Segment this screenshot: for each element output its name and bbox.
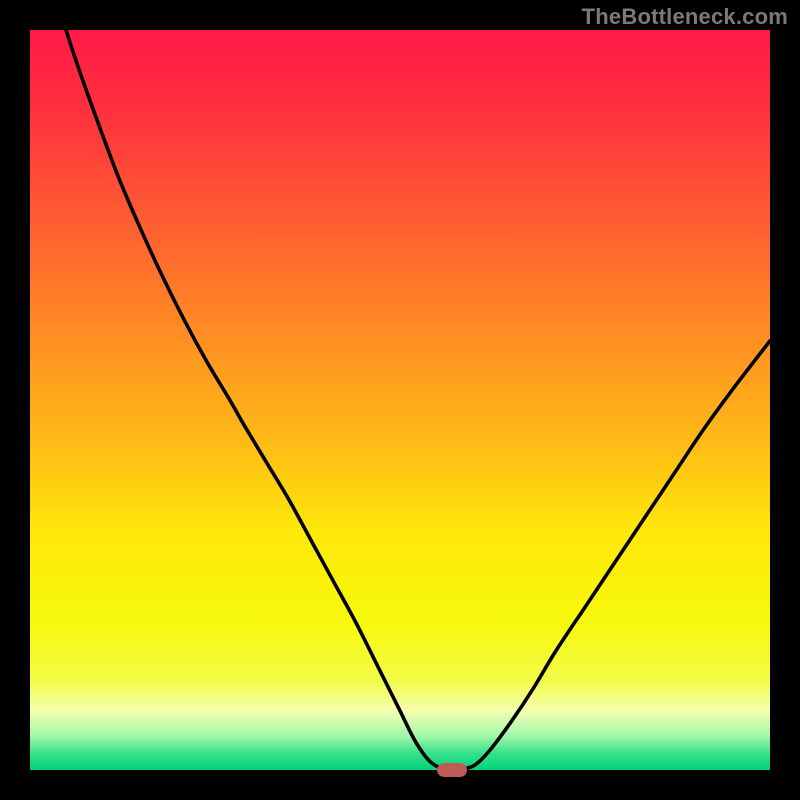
optimal-point-marker	[437, 763, 467, 778]
bottleneck-chart	[30, 30, 770, 770]
chart-frame: TheBottleneck.com	[0, 0, 800, 800]
plot-background	[30, 30, 770, 770]
watermark-text: TheBottleneck.com	[582, 4, 788, 30]
